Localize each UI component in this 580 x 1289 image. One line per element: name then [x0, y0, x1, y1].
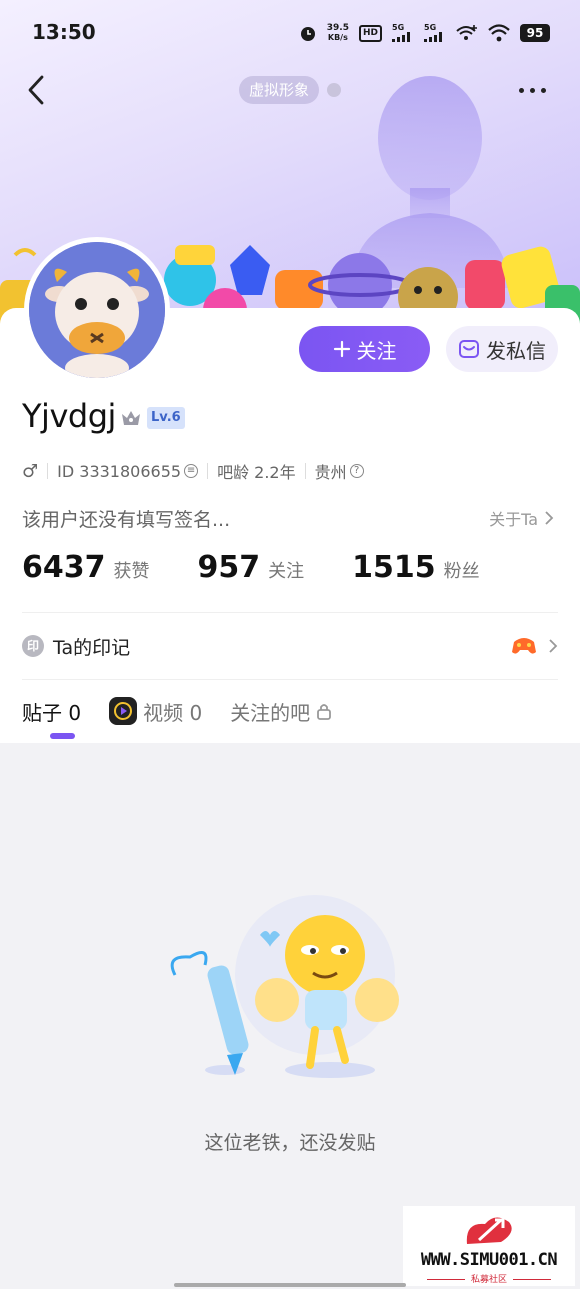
stat-likes[interactable]: 6437 获赞 — [22, 550, 150, 585]
game-controller-badge-icon — [512, 638, 536, 654]
signal-sim1-icon: 5G — [392, 24, 414, 42]
video-play-icon — [109, 697, 138, 725]
more-options-button[interactable] — [512, 80, 552, 100]
profile-meta-row: ♂ ID 3331806655 ≡ 吧龄 2.2年 贵州 ? — [22, 458, 364, 484]
tab-videos[interactable]: 视频 0 — [109, 697, 202, 726]
mark-seal-icon: 印 — [22, 635, 44, 657]
divider — [22, 612, 558, 613]
hd-icon: HD — [358, 24, 382, 42]
crown-icon — [122, 411, 140, 425]
cow-avatar-image — [29, 242, 165, 378]
watermark-subtitle: 私募社区 — [403, 1272, 575, 1285]
watermark-site: WWW.SIMU001.CN — [420, 1250, 558, 1270]
level-badge: Lv.6 — [147, 407, 185, 429]
follow-button-label: 关注 — [356, 338, 397, 363]
copy-id-icon[interactable]: ≡ — [184, 464, 199, 478]
content-tabs: 贴子 0 视频 0 关注的吧 — [22, 694, 360, 728]
battery-indicator: 95 — [520, 24, 550, 42]
plus-icon — [333, 340, 350, 358]
gender-male-icon: ♂ — [22, 460, 39, 482]
message-icon — [459, 340, 479, 358]
bar-age: 吧龄 2.2年 — [217, 463, 296, 482]
bio-text: 该用户还没有填写签名... — [22, 509, 231, 531]
signal-sim2-icon: 5G — [424, 24, 446, 42]
about-ta-link[interactable]: 关于Ta — [489, 506, 554, 530]
chevron-right-icon — [545, 511, 554, 525]
divider — [22, 679, 558, 680]
send-message-label: 发私信 — [486, 338, 546, 363]
send-message-button[interactable]: 发私信 — [446, 326, 558, 372]
status-bar: 13:50 39.5 KB/s HD 5G 5G 95 — [0, 0, 580, 64]
active-tab-indicator — [50, 733, 75, 739]
avatar[interactable] — [24, 237, 170, 383]
user-id: ID 3331806655 — [57, 461, 182, 481]
empty-state-illustration — [170, 895, 399, 1078]
stats-row: 6437 获赞 957 关注 1515 粉丝 — [22, 550, 528, 594]
help-icon[interactable]: ? — [349, 464, 364, 478]
stat-following[interactable]: 957 关注 — [198, 550, 305, 585]
follow-button[interactable]: 关注 — [299, 326, 430, 372]
lock-icon — [317, 704, 332, 720]
back-arrow-icon[interactable] — [20, 72, 56, 108]
watermark-logo — [466, 1217, 512, 1244]
wifi-plus-icon — [456, 25, 477, 40]
location: 贵州 — [314, 463, 347, 482]
network-speed: 39.5 KB/s — [326, 23, 349, 43]
virtual-avatar-tag[interactable]: 虚拟形象 — [239, 76, 320, 104]
mark-label: Ta的印记 — [53, 636, 131, 659]
status-time: 13:50 — [32, 20, 96, 44]
home-indicator[interactable] — [174, 1283, 406, 1287]
username: Yjvdgj — [22, 397, 116, 435]
tab-followed-bars[interactable]: 关注的吧 — [230, 697, 332, 726]
tag-dot-icon — [327, 83, 341, 97]
alarm-icon — [300, 27, 315, 41]
stat-fans[interactable]: 1515 粉丝 — [352, 550, 480, 585]
status-icons: 39.5 KB/s HD 5G 5G 95 — [299, 20, 550, 46]
tab-posts[interactable]: 贴子 0 — [22, 697, 81, 726]
wifi-icon — [488, 24, 510, 42]
ta-mark-row[interactable]: 印 Ta的印记 — [22, 630, 558, 662]
empty-state-message: 这位老铁，还没发贴 — [204, 1132, 376, 1154]
watermark: WWW.SIMU001.CN 私募社区 — [403, 1206, 575, 1286]
chevron-right-icon — [549, 639, 558, 653]
